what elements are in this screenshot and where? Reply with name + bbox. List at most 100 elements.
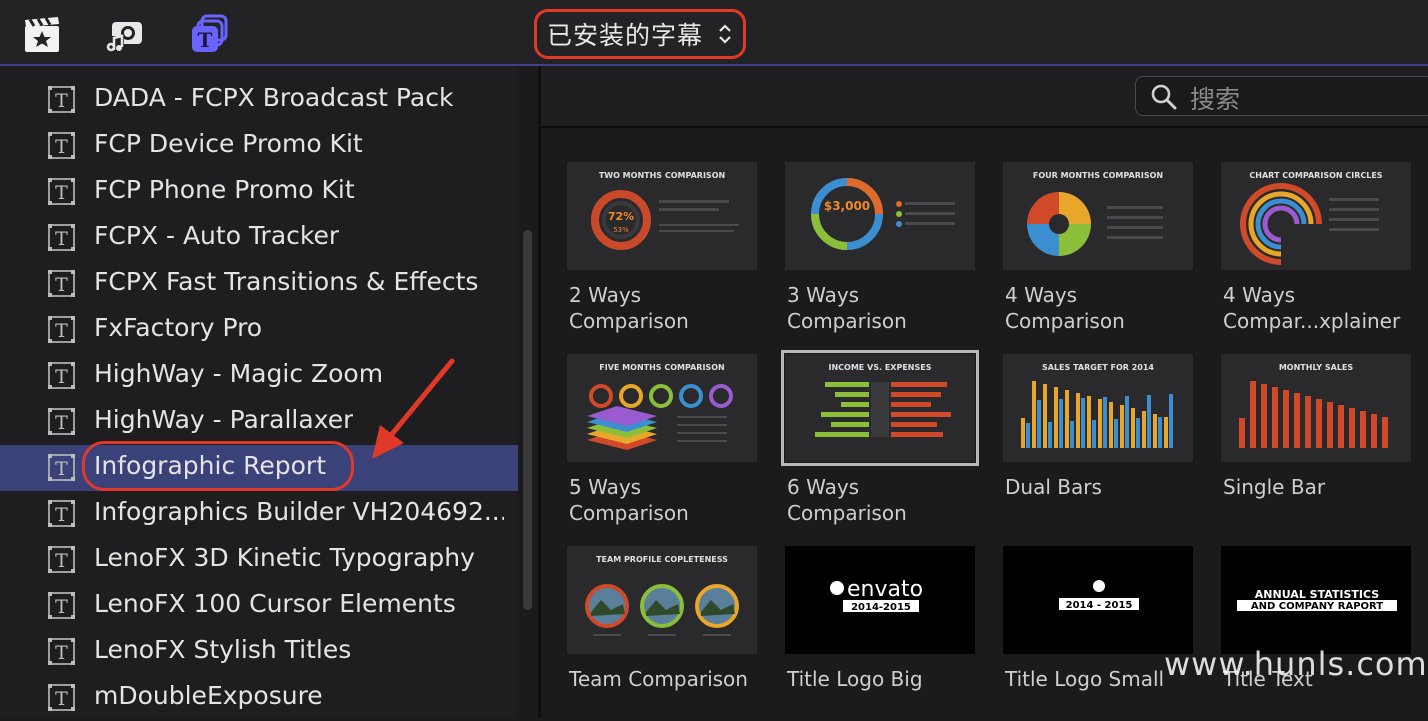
svg-text:T: T	[55, 688, 68, 710]
tile-label: Single Bar	[1223, 475, 1326, 499]
title-browser-grid: TWO MONTHS COMPARISON 72% 53% 2 Ways Com…	[541, 128, 1428, 718]
thumbnail: INCOME VS. EXPENSES	[781, 350, 979, 466]
title-t-icon: T	[48, 86, 75, 113]
thumbnail: MONTHLY SALES	[1221, 354, 1411, 462]
thumb-title: INCOME VS. EXPENSES	[829, 363, 932, 372]
thumb-bar	[1250, 381, 1256, 448]
sidebar-item[interactable]: T Infographics Builder VH204692...	[0, 491, 518, 537]
sidebar-item-label: DADA - FCPX Broadcast Pack	[94, 83, 454, 112]
title-t-icon: T	[48, 224, 75, 251]
watermark: www.hunls.com	[1164, 645, 1428, 683]
sidebar-item-label: FCPX Fast Transitions & Effects	[94, 267, 479, 296]
thumb-bar	[1360, 411, 1366, 448]
tile-label: 2 Ways Comparison	[569, 283, 689, 333]
thumb-bar	[1098, 399, 1102, 448]
search-icon	[1151, 84, 1177, 110]
thumb-bar	[1109, 402, 1113, 448]
search-field[interactable]: 搜索	[1135, 76, 1428, 116]
chevron-updown-icon	[719, 24, 731, 44]
thumbnail: FIVE MONTHS COMPARISON	[567, 354, 757, 462]
sidebar-item[interactable]: T FCPX - Auto Tracker	[0, 215, 518, 261]
thumb-bar	[1087, 396, 1091, 448]
thumb-bar	[1316, 399, 1322, 448]
thumb-bar	[1169, 394, 1173, 448]
thumb-bar	[1305, 396, 1311, 448]
thumb-title: TWO MONTHS COMPARISON	[599, 171, 725, 180]
sidebar-item[interactable]: T FCP Device Promo Kit	[0, 123, 518, 169]
sidebar-item[interactable]: T DADA - FCPX Broadcast Pack	[0, 77, 518, 123]
tile-label: Title Logo Big	[787, 667, 923, 691]
music-camera-icon[interactable]	[106, 14, 150, 58]
thumb-title: MONTHLY SALES	[1279, 363, 1354, 372]
dropdown-label: 已安装的字幕	[547, 21, 704, 50]
thumb-title: ANNUAL STATISTICS	[1255, 588, 1379, 601]
thumb-bar	[1076, 393, 1080, 448]
thumb-bar	[1164, 417, 1168, 448]
thumb-bar	[1239, 418, 1245, 448]
thumb-bar	[1120, 405, 1124, 448]
top-toolbar: T 已安装的字幕	[0, 0, 1428, 66]
tile-label: 5 Ways Comparison	[569, 475, 689, 525]
selection-highlight-circle	[82, 441, 354, 491]
title-t-icon: T	[48, 178, 75, 205]
thumb-bar	[1142, 411, 1146, 448]
svg-text:T: T	[55, 458, 68, 480]
installed-titles-dropdown[interactable]: 已安装的字幕	[534, 9, 746, 59]
thumb-sub-value: 53%	[613, 226, 629, 234]
thumb-bar	[1043, 384, 1047, 448]
sidebar-item-label: HighWay - Magic Zoom	[94, 359, 384, 388]
thumb-bar	[1136, 418, 1140, 448]
sidebar-scrollbar[interactable]	[523, 230, 532, 610]
thumb-title: FOUR MONTHS COMPARISON	[1033, 171, 1163, 180]
thumb-bar	[1081, 398, 1085, 448]
thumbnail: TEAM PROFILE COPLETENESS	[567, 546, 757, 654]
sidebar-item[interactable]: T LenoFX 100 Cursor Elements	[0, 583, 518, 629]
sidebar-item[interactable]: T FCPX Fast Transitions & Effects	[0, 261, 518, 307]
thumb-center-value: 72%	[608, 210, 634, 223]
thumb-bar	[1131, 408, 1135, 448]
thumbnail: envato 2014-2015	[785, 546, 975, 654]
title-t-icon: T	[48, 132, 75, 159]
thumb-bar	[1349, 408, 1355, 448]
thumb-bar	[1032, 381, 1036, 448]
thumb-bar	[1021, 418, 1025, 448]
sidebar-item-label: FCP Device Promo Kit	[94, 129, 363, 158]
sidebar-item[interactable]: T FCP Phone Promo Kit	[0, 169, 518, 215]
svg-text:T: T	[55, 228, 68, 250]
thumb-bar	[1153, 414, 1157, 448]
thumbnail: TWO MONTHS COMPARISON 72% 53%	[567, 162, 757, 270]
title-t-icon: T	[48, 592, 75, 619]
tile-label: 3 Ways Comparison	[787, 283, 907, 333]
thumb-bar	[1294, 393, 1300, 448]
title-icon[interactable]: T	[190, 14, 234, 58]
sidebar-item[interactable]: T LenoFX Stylish Titles	[0, 629, 518, 675]
thumb-bar	[1147, 395, 1151, 448]
sidebar-item-label: FCPX - Auto Tracker	[94, 221, 340, 250]
sidebar-item[interactable]: TmDoubleExposure	[0, 675, 518, 721]
svg-text:T: T	[198, 28, 213, 52]
svg-text:T: T	[55, 642, 68, 664]
thumb-bar	[1158, 417, 1162, 448]
thumb-bar	[1037, 400, 1041, 448]
clapper-star-icon[interactable]	[22, 14, 66, 58]
thumb-bar	[1103, 397, 1107, 448]
thumb-bar	[1338, 405, 1344, 448]
title-t-icon: T	[48, 684, 75, 711]
thumb-bar	[1382, 417, 1388, 448]
tile-label: 6 Ways Comparison	[787, 475, 907, 525]
svg-text:T: T	[55, 136, 68, 158]
thumbnail: $3,000	[785, 162, 975, 270]
sidebar-item[interactable]: T LenoFX 3D Kinetic Typography	[0, 537, 518, 583]
title-t-icon: T	[48, 316, 75, 343]
svg-text:T: T	[55, 182, 68, 204]
thumb-bar	[1371, 414, 1377, 448]
sidebar-item[interactable]: T FxFactory Pro	[0, 307, 518, 353]
thumbnail: ANNUAL STATISTICS AND COMPANY RAPORT	[1221, 546, 1411, 654]
title-t-icon: T	[48, 638, 75, 665]
tile-label: Dual Bars	[1005, 475, 1102, 499]
thumb-title: FIVE MONTHS COMPARISON	[599, 363, 724, 372]
tile-label: 4 Ways Comparison	[1005, 283, 1125, 333]
thumb-sub: AND COMPANY RAPORT	[1251, 601, 1383, 612]
thumb-bar	[1092, 420, 1096, 448]
thumb-title: CHART COMPARISON CIRCLES	[1249, 171, 1382, 180]
